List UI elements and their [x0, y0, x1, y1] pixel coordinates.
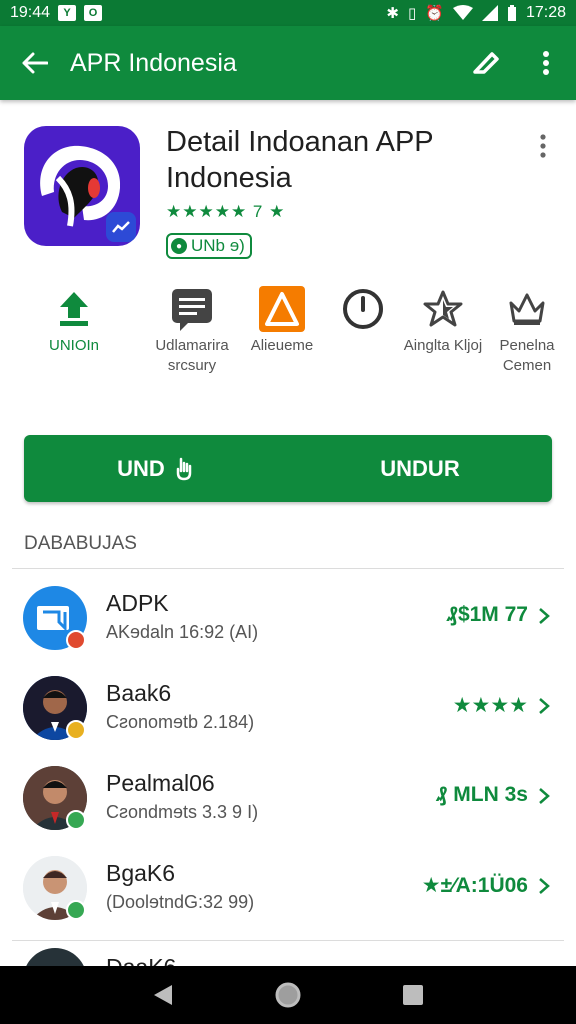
chevron-right-icon: [538, 602, 554, 630]
clock-icon: [343, 289, 383, 329]
chart-mark-icon: [112, 221, 130, 233]
bluetooth-icon: ✱: [386, 4, 399, 22]
nav-home-button[interactable]: [263, 970, 313, 1020]
install-button[interactable]: UND UNDUR: [24, 435, 552, 502]
share-button[interactable]: [456, 26, 516, 100]
verified-badge-icon: [66, 900, 86, 920]
verified-badge-icon: [66, 810, 86, 830]
review-score: ₰$1M 77: [446, 603, 528, 626]
review-meta: Cƨondmɘts 3.3 9 I): [106, 802, 259, 822]
list-item[interactable]: BgaK6 (DoolɘtndG:32 99) ★±⁄A:1Ü06: [0, 848, 576, 936]
badge-label: UNb ɘ): [191, 236, 245, 255]
system-nav-bar: [0, 966, 576, 1024]
chevron-right-icon: [538, 782, 554, 810]
nav-back-icon: [153, 985, 172, 1005]
app-name: Detail Indoanan APP Indonesia: [166, 126, 434, 194]
page-title: APR Indonesia: [70, 48, 237, 77]
nav-recents-button[interactable]: [388, 970, 438, 1020]
review-meta: (DoolɘtndG:32 99): [106, 892, 255, 912]
review-meta: AKɘdaln 16:92 (AI): [106, 622, 259, 642]
install-left-label: UND: [117, 455, 165, 481]
message-icon: [172, 289, 212, 331]
overflow-menu-button[interactable]: [516, 26, 576, 100]
badge-icon: ●: [171, 238, 187, 254]
review-name: DaaK6: [106, 954, 176, 966]
warning-tile-icon: [259, 286, 305, 332]
app-corner-badge: [106, 212, 136, 242]
action-label: UNIOIn: [48, 337, 99, 354]
action-message[interactable]: Udlamarira srcsury: [142, 284, 242, 376]
list-item[interactable]: Pealmal06 Cƨondmɘts 3.3 9 I) ₰ MLN 3s: [0, 758, 576, 846]
action-label: Alieueme: [250, 337, 314, 354]
review-name: BgaK6: [106, 860, 176, 886]
action-label: Udlamarira srcsury: [155, 337, 229, 374]
status-time-right: 17:28: [525, 4, 566, 21]
more-vert-icon: [540, 134, 546, 158]
app-notification-icon: O: [84, 5, 103, 21]
app-bar: APR Indonesia: [0, 26, 576, 100]
more-vert-icon: [543, 51, 549, 75]
share-icon: [473, 52, 499, 74]
back-button[interactable]: [0, 26, 70, 100]
notification-icon: Y: [58, 5, 77, 21]
nav-back-button[interactable]: [138, 970, 188, 1020]
hand-icon: [176, 457, 192, 480]
section-title: DABABUJAS: [24, 533, 137, 554]
upload-arrow-icon: [60, 292, 88, 326]
review-score: ₰ MLN 3s: [435, 783, 528, 806]
list-item[interactable]: ADPK AKɘdaln 16:92 (AI) ₰$1M 77: [0, 578, 576, 666]
avatar: [23, 948, 87, 966]
verified-badge-icon: [66, 720, 86, 740]
status-time-left: 19:44: [10, 4, 51, 21]
review-meta: Cƨonomɘtb 2.184): [106, 712, 255, 732]
action-upload[interactable]: UNIOIn: [24, 284, 124, 356]
review-score: ★★★★: [452, 694, 528, 717]
status-bar: 19:44 Y O ✱ ▯ ⏰ 17:28: [0, 0, 576, 26]
vibrate-icon: ▯: [408, 4, 417, 22]
crown-icon: [509, 293, 545, 325]
app-rating: ★★★★★ 7 ★: [166, 202, 286, 221]
action-label: Penelna Cemen: [499, 337, 555, 374]
list-item[interactable]: DaaK6: [0, 940, 576, 966]
review-name: Baak6: [106, 680, 172, 706]
install-right-label: UNDUR: [380, 455, 460, 481]
review-score: ★±⁄A:1Ü06: [421, 874, 528, 897]
battery-icon: [507, 5, 516, 21]
alarm-icon: ⏰: [425, 4, 444, 22]
chevron-right-icon: [538, 692, 554, 720]
action-crown[interactable]: Penelna Cemen: [477, 284, 576, 376]
list-item[interactable]: Baak6 Cƨonomɘtb 2.184) ★★★★: [0, 668, 576, 756]
app-icon: [24, 126, 140, 246]
review-name: Pealmal06: [106, 770, 215, 796]
section-divider: [12, 568, 564, 569]
verified-badge-icon: [66, 630, 86, 650]
wifi-icon: [452, 5, 473, 20]
chevron-right-icon: [538, 872, 554, 900]
app-more-button[interactable]: [528, 128, 558, 164]
star-badge-icon: [423, 290, 463, 327]
nav-home-icon: [275, 982, 301, 1008]
back-arrow-icon: [22, 52, 48, 74]
review-name: ADPK: [106, 590, 169, 616]
signal-icon: [481, 5, 498, 21]
nav-recents-icon: [403, 985, 424, 1005]
content-rating-badge: ● UNb ɘ): [166, 233, 252, 259]
